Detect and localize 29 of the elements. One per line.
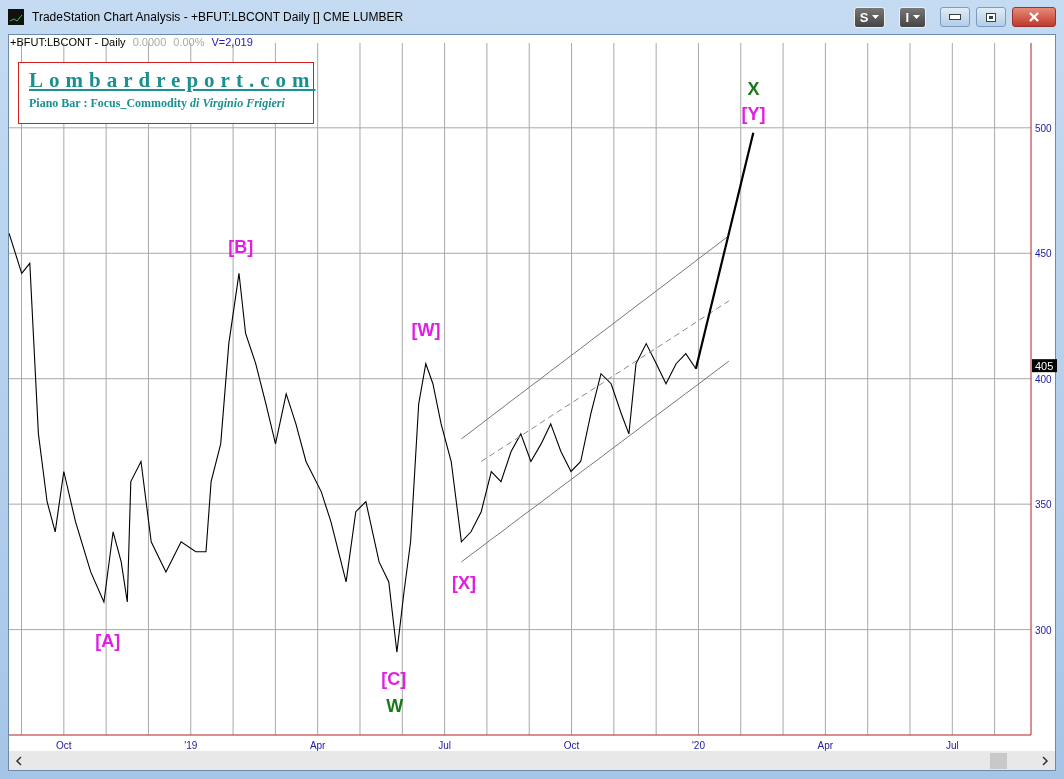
- wave-label: W: [386, 696, 404, 717]
- wave-label: [W]: [411, 319, 441, 340]
- date-axis-label: Jul: [945, 740, 959, 751]
- wave-label: X: [747, 78, 760, 99]
- change-percent: 0.00%: [173, 36, 205, 48]
- wave-label: [B]: [228, 237, 254, 257]
- volume-value: V=2,019: [211, 36, 253, 48]
- logo-title: Lombardreport.com: [29, 67, 316, 94]
- date-axis-label: '20: [691, 740, 705, 751]
- price-axis-label: 400: [1035, 373, 1052, 385]
- wave-label: [C]: [381, 668, 407, 689]
- date-axis-label: Oct: [563, 740, 580, 751]
- wave-label: [Y]: [741, 104, 766, 124]
- date-axis-label: Apr: [817, 740, 834, 751]
- change-value: 0.0000: [132, 36, 167, 48]
- symbol-label: +BFUT:LBCONT - Daily: [10, 36, 126, 48]
- window-title: TradeStation Chart Analysis - +BFUT:LBCONT Daily [] CME LUMBER: [32, 10, 404, 24]
- date-axis-label: Apr: [309, 740, 326, 751]
- last-price-marker: 405: [1032, 359, 1057, 373]
- date-axis-label: Jul: [438, 740, 451, 751]
- price-axis-label: 350: [1035, 499, 1052, 511]
- wave-label: [A]: [95, 630, 121, 651]
- date-axis-label: '19: [184, 740, 198, 751]
- wave-label: [X]: [452, 573, 477, 594]
- logo-subtitle: Piano Bar : Focus_Commodity di Virginio Frigieri: [29, 96, 286, 111]
- date-axis-label: Oct: [56, 740, 72, 751]
- price-axis-label: 300: [1035, 624, 1052, 636]
- price-axis-label: 450: [1035, 248, 1052, 260]
- price-axis-label: 500: [1035, 122, 1052, 134]
